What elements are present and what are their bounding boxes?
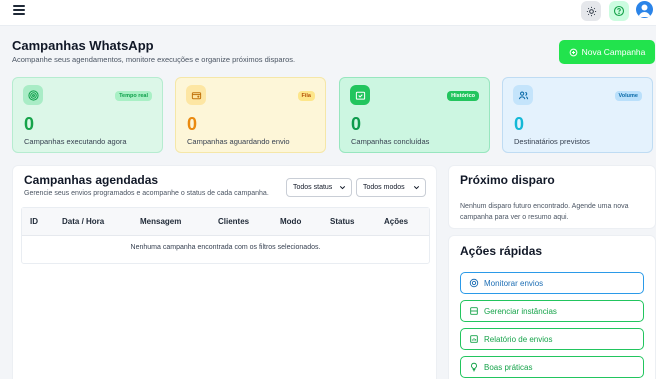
page-title: Campanhas WhatsApp — [12, 38, 154, 53]
hamburger-icon[interactable] — [13, 5, 25, 15]
help-button[interactable] — [609, 1, 629, 21]
lightbulb-icon — [471, 362, 477, 372]
monitor-sends-button[interactable]: Monitorar envios — [460, 272, 644, 294]
column-header-message[interactable]: Mensagem — [140, 217, 181, 226]
stat-card-queue: Fila 0 Campanhas aguardando envio — [175, 77, 326, 153]
column-header-status[interactable]: Status — [330, 217, 354, 226]
plus-circle-icon — [569, 48, 577, 56]
manage-instances-button[interactable]: Gerenciar instâncias — [460, 300, 644, 322]
chevron-down-icon — [339, 186, 346, 190]
status-badge: Tempo real — [115, 91, 152, 101]
folder-check-icon — [350, 85, 370, 105]
quick-action-label: Gerenciar instâncias — [484, 306, 557, 316]
campaigns-table: ID Data / Hora Mensagem Clientes Modo St… — [21, 207, 430, 264]
report-icon — [470, 335, 478, 343]
section-title: Campanhas agendadas — [24, 173, 159, 187]
page-subtitle: Acompanhe seus agendamentos, monitore ex… — [12, 55, 296, 64]
user-icon — [638, 4, 651, 17]
stat-label: Destinatários previstos — [514, 137, 590, 146]
status-badge: Histórico — [447, 91, 479, 101]
send-report-button[interactable]: Relatório de envios — [460, 328, 644, 350]
section-title: Ações rápidas — [460, 244, 543, 258]
quick-action-label: Monitorar envios — [484, 278, 544, 288]
next-dispatch-message: Nenhum disparo futuro encontrado. Agende… — [460, 203, 629, 221]
quick-action-label: Boas práticas — [484, 362, 533, 372]
stat-value: 0 — [351, 114, 362, 134]
server-icon — [470, 307, 478, 315]
new-campaign-button[interactable]: Nova Campanha — [559, 40, 655, 64]
new-campaign-label: Nova Campanha — [581, 47, 646, 57]
scheduled-campaigns-panel: Campanhas agendadas Gerencie seus envios… — [12, 165, 437, 379]
quick-actions-panel: Ações rápidas Monitorar envios Gerenciar… — [448, 235, 656, 379]
stat-value: 0 — [187, 114, 198, 134]
stat-card-volume: Volume 0 Destinatários previstos — [502, 77, 653, 153]
stat-card-history: Histórico 0 Campanhas concluídas — [339, 77, 490, 153]
monitor-icon — [469, 278, 479, 288]
radio-signal-icon — [23, 85, 43, 105]
column-header-clients[interactable]: Clientes — [218, 217, 249, 226]
top-bar — [0, 0, 656, 26]
quick-action-label: Relatório de envios — [484, 334, 553, 344]
empty-state-message: Nenhuma campanha encontrada com os filtr… — [130, 244, 321, 251]
section-title: Próximo disparo — [460, 173, 555, 187]
sun-icon — [586, 6, 596, 16]
users-icon — [513, 85, 533, 105]
stat-card-running: Tempo real 0 Campanhas executando agora — [12, 77, 163, 153]
status-filter-select[interactable]: Todos status — [286, 178, 352, 197]
column-header-id[interactable]: ID — [30, 217, 38, 226]
stat-label: Campanhas executando agora — [24, 137, 127, 146]
column-header-actions: Ações — [384, 217, 409, 226]
status-badge: Fila — [297, 91, 315, 101]
mode-filter-select[interactable]: Todos modos — [356, 178, 426, 197]
column-header-datetime[interactable]: Data / Hora — [62, 217, 104, 226]
status-filter-value: Todos status — [293, 184, 333, 191]
best-practices-button[interactable]: Boas práticas — [460, 356, 644, 378]
mode-filter-value: Todos modos — [363, 184, 405, 191]
stat-label: Campanhas aguardando envio — [187, 137, 290, 146]
stat-label: Campanhas concluídas — [351, 137, 430, 146]
stat-value: 0 — [514, 114, 525, 134]
question-icon — [613, 5, 625, 17]
table-header: ID Data / Hora Mensagem Clientes Modo St… — [22, 208, 429, 236]
wallet-icon — [186, 85, 206, 105]
status-badge: Volume — [614, 91, 642, 101]
chevron-down-icon — [413, 186, 420, 190]
user-avatar[interactable] — [636, 1, 653, 18]
section-subtitle: Gerencie seus envios programados e acomp… — [24, 190, 269, 197]
stat-value: 0 — [24, 114, 35, 134]
column-header-mode[interactable]: Modo — [280, 217, 301, 226]
next-dispatch-panel: Próximo disparo Nenhum disparo futuro en… — [448, 165, 656, 229]
theme-toggle-button[interactable] — [581, 1, 601, 21]
